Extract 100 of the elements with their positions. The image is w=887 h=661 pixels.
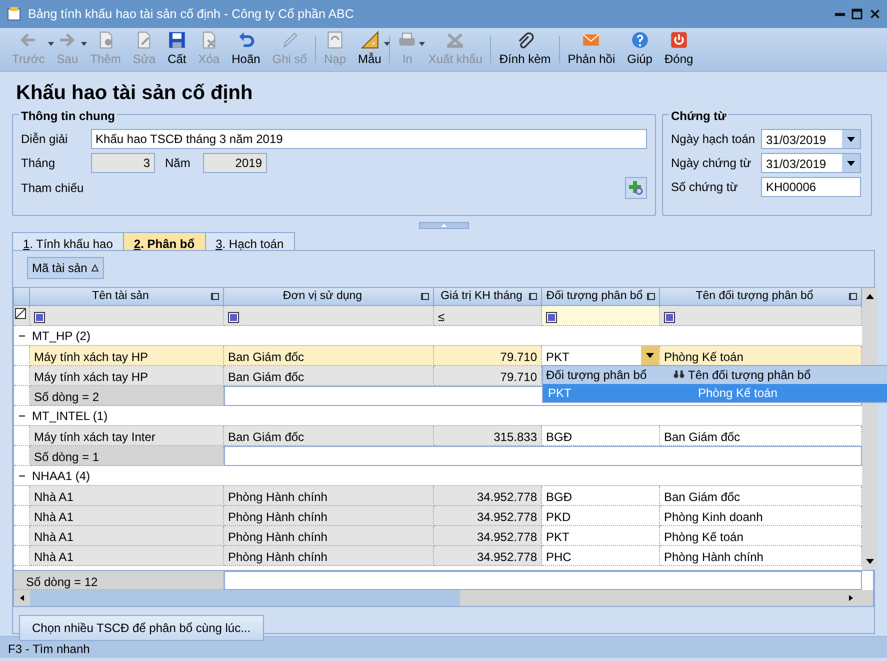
table-row[interactable]: Nhà A1 Phòng Hành chính 34.952.778 BGĐ Ban Giám đốc [14,486,862,506]
tab[interactable]: 2. Phân bổ [122,232,206,250]
filter-condition-icon[interactable] [228,312,239,323]
column-header[interactable]: Giá trị KH tháng [434,288,542,305]
save-icon [168,31,186,49]
table-cell: Phòng Kế toán [664,350,744,364]
table-cell: 79.710 [500,370,537,384]
table-cell: Nhà A1 [34,490,74,504]
scroll-left-icon[interactable] [18,594,26,602]
column-header[interactable]: Đối tượng phân bổ [542,288,660,305]
dropdown-arrow-icon[interactable] [847,160,855,166]
month-field[interactable]: 3 [91,153,155,173]
table-cell: Phòng Kinh doanh [664,510,763,524]
table-cell: Phòng Kế toán [664,530,744,544]
scroll-up-icon[interactable] [866,294,874,299]
table-cell: 315.833 [494,430,537,444]
group-title: NHAA1 (4) [32,468,90,484]
field-label: Tháng [21,155,56,172]
table-cell: Máy tính xách tay Inter [34,430,156,444]
group-by-chip[interactable]: Mã tài sản [27,257,104,279]
group-title: MT_HP (2) [32,328,90,344]
add-reference-button[interactable] [625,177,647,199]
table-row[interactable]: Nhà A1 Phòng Hành chính 34.952.778 PHC Phòng Hành chính [14,546,862,566]
toolbar-button[interactable]: Đính kèm [493,28,557,71]
date-field[interactable]: 31/03/2019 [761,153,861,173]
table-row[interactable]: Nhà A1 Phòng Hành chính 34.952.778 PKT Phòng Kế toán [14,526,862,546]
select-assets-button[interactable]: Chọn nhiều TSCĐ để phân bổ cùng lúc... [19,615,264,641]
field-label: Số chứng từ [671,179,739,196]
scroll-right-icon[interactable] [847,594,855,602]
scroll-down-icon[interactable] [866,559,874,564]
filter-condition-icon[interactable] [546,312,557,323]
app-icon [6,6,22,22]
page-title: Khấu hao tài sản cố định [15,81,254,106]
row-count: Số dòng = 2 [34,390,100,404]
scroll-thumb[interactable] [30,590,460,606]
column-header: Tên đối tượng phân bổ [687,367,811,384]
table-cell: Nhà A1 [34,510,74,524]
pin-icon[interactable] [647,293,655,300]
toolbar-button[interactable]: Hoãn [226,28,266,71]
table-cell: 34.952.778 [476,510,537,524]
date-field[interactable]: 31/03/2019 [761,129,861,149]
text-field[interactable]: KH00006 [761,177,861,197]
filter-condition-icon[interactable] [664,312,675,323]
help-icon [630,31,649,49]
pin-icon[interactable] [529,293,537,300]
sort-up-icon [91,264,100,272]
tab[interactable]: 1. Tính khấu hao [12,232,124,250]
table-row[interactable]: Nhà A1 Phòng Hành chính 34.952.778 PKD Phòng Kinh doanh [14,506,862,526]
undo-icon [236,31,255,49]
pin-icon[interactable] [421,293,429,300]
year-field[interactable]: 2019 [203,153,267,173]
table-cell: Phòng Hành chính [228,550,328,564]
pencil-icon [280,31,299,49]
table-cell: BGĐ [546,490,572,504]
combo-field[interactable]: PKT [542,346,641,365]
table-row[interactable]: Máy tính xách tay HP Ban Giám đốc 79.710 PKT Phòng Kế toán [14,346,862,366]
column-header[interactable]: Đơn vị sử dụng [224,288,434,305]
arrow-right-icon [58,31,76,49]
maximize-icon [851,8,863,20]
tab[interactable]: 3. Hạch toán [204,232,295,250]
column-header[interactable]: Tên tài sản [30,288,224,305]
table-cell: 34.952.778 [476,530,537,544]
table-cell: 79.710 [500,350,537,364]
toolbar-button[interactable]: Cất [162,28,192,71]
pin-icon[interactable] [849,293,857,300]
splitter-handle[interactable] [418,222,468,228]
row-count: Số dòng = 1 [34,450,100,464]
table-cell: Ban Giám đốc [664,430,740,444]
toolbar-button[interactable]: Giúp [621,28,658,71]
table-cell: Nhà A1 [34,530,74,544]
field-label: Ngày hạch toán [671,131,756,148]
total-row-count: Số dòng = 12 [26,575,98,589]
field-label: Năm [164,155,192,172]
paperclip-icon [516,31,534,49]
field-label: Diễn giải [21,131,69,148]
table-cell: Máy tính xách tay HP [34,370,148,384]
pin-icon[interactable] [211,293,219,300]
column-header: Đối tượng phân bổ [545,367,648,384]
binoculars-icon [673,369,685,381]
filter-condition-icon[interactable] [34,312,45,323]
table-cell: Máy tính xách tay HP [34,350,148,364]
table-cell: 34.952.778 [476,490,537,504]
table-cell: Ban Giám đốc [228,350,304,364]
dropdown-arrow-icon[interactable] [847,136,855,142]
table-row[interactable]: Máy tính xách tay Inter Ban Giám đốc 315.833 BGĐ Ban Giám đốc [14,426,862,446]
table-cell: PKT [546,530,570,544]
toolbar-button[interactable]: Đóng [658,28,700,71]
table-cell: 34.952.778 [476,550,537,564]
table-cell: Ban Giám đốc [228,370,304,384]
description-field[interactable]: Khấu hao TSCĐ tháng 3 năm 2019 [90,129,647,149]
toolbar-button[interactable]: Phản hồi [562,28,622,71]
table-cell: Phòng Hành chính [228,530,328,544]
table-cell: Phòng Hành chính [664,550,764,564]
dropdown-list[interactable]: Đối tượng phân bổ Tên đối tượng phân bổ PKT Phòng Kế toán [542,365,887,403]
dropdown-arrow-icon[interactable] [646,353,654,358]
field-label: Tham chiếu [21,180,84,197]
table-cell: PKD [546,510,571,524]
filter-operator[interactable]: ≤ [438,310,445,324]
window-title: Bảng tính khấu hao tài sản cố định - Công ty Cổ phần ABC [28,6,355,23]
arrow-left-icon [19,31,38,49]
